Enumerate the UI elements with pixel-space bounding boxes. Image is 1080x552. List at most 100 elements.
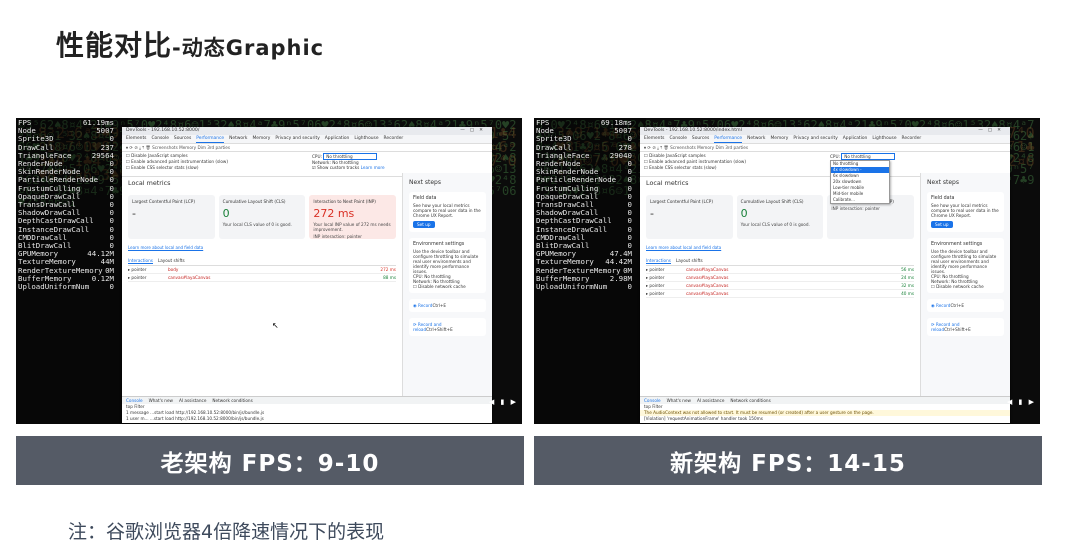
devtools-tab[interactable]: Lighthouse	[354, 135, 378, 143]
record-icon[interactable]: ⏺ ⟳ ⊘ ⤓ ⤒ 🗑	[126, 145, 151, 150]
new-architecture-caption: 新架构 FPS：14-15	[534, 436, 1042, 485]
stat-label: UploadUniformNum	[536, 282, 608, 292]
devtools-titlebar: DevTools - 192.168.10.52:8000/index.html…	[640, 127, 1010, 135]
title-sub: -动态Graphic	[172, 36, 325, 60]
next-steps-pane: Next steps Field data See how your local…	[920, 173, 1010, 397]
inp-card: Interaction to Next Paint (INP) 272 ms Y…	[309, 195, 397, 239]
interaction-duration: 24 ms	[901, 275, 914, 280]
devtools-tab[interactable]: Sources	[692, 135, 709, 143]
cls-card: Cumulative Layout Shift (CLS) 0 Your loc…	[736, 195, 824, 239]
stats-panel: FPS 61.19ms Node 5007 Sprite3D 0 DrawCall 237 Tr…	[16, 118, 128, 424]
player-controls[interactable]: ◀ ▮ ▶	[489, 398, 518, 406]
interaction-row[interactable]: ▸ pointer canvas#layaCanvas 24 ms	[646, 274, 914, 282]
record-reload-button[interactable]: ⟳ Record and reloadCtrl+Shift+E	[409, 318, 486, 336]
devtools-tab[interactable]: Privacy and security	[275, 135, 319, 143]
interaction-row[interactable]: ▸ pointer canvas#layaCanvas 56 ms	[646, 266, 914, 274]
opt-css[interactable]: ☐ Enable CSS selector stats (slow)	[644, 165, 1006, 171]
stat-row: UploadUniformNum 0	[536, 282, 632, 292]
toolbar-options: Screenshots Memory Dim 3rd parties	[670, 145, 749, 150]
lcp-card: Largest Contentful Paint (LCP) -	[128, 195, 215, 239]
cpu-select[interactable]: No throttling	[841, 153, 896, 160]
devtools-tab[interactable]: Recorder	[902, 135, 922, 143]
old-architecture-screenshot: ☺3⁵62♠8¤4ᵃ21♣9ⁿ5⁷0♥2⁴8¤6☺1⁵32♠8¤4ᵃ7♣9ⁿ5⁷…	[16, 118, 522, 424]
devtools-tab[interactable]: Sources	[174, 135, 191, 143]
performance-main: Local metrics Largest Contentful Paint (…	[640, 173, 1010, 397]
window-controls[interactable]: —▢✕	[978, 127, 1010, 135]
disable-cache-checkbox[interactable]: ☐ Disable network cache	[413, 284, 482, 289]
interaction-type: ▸ pointer	[646, 291, 665, 296]
setup-button[interactable]: Set up	[931, 221, 953, 228]
console-tab[interactable]: Console	[644, 397, 661, 404]
stats-panel: FPS 69.18ms Node 5007 Sprite3D 0 DrawCall 278 Tr…	[534, 118, 646, 424]
console-tab[interactable]: AI assistance	[697, 397, 724, 404]
console-tab[interactable]: Network conditions	[212, 397, 252, 404]
window-controls[interactable]: —▢✕	[460, 127, 492, 135]
opt-css[interactable]: ☐ Enable CSS selector stats (slow)	[126, 165, 488, 171]
interaction-list: ▸ pointer canvas#layaCanvas 56 ms ▸ pointer…	[646, 266, 914, 298]
devtools-tab[interactable]: Recorder	[384, 135, 404, 143]
interaction-tabs: Interactions Layout shifts	[128, 258, 396, 266]
interaction-row[interactable]: ▸ pointer canvas#layaCanvas 40 ms	[646, 290, 914, 298]
interaction-target: body	[168, 267, 179, 272]
devtools-tab[interactable]: Lighthouse	[872, 135, 896, 143]
performance-main: Local metrics Largest Contentful Paint (…	[122, 173, 492, 397]
custom-tracks[interactable]: ☑ Show custom tracks Learn more	[312, 165, 385, 170]
devtools-tab[interactable]: Application	[843, 135, 868, 143]
next-steps-pane: Next steps Field data See how your local…	[402, 173, 492, 397]
setup-button[interactable]: Set up	[413, 221, 435, 228]
devtools-tab[interactable]: Network	[747, 135, 765, 143]
interaction-type: ▸ pointer	[646, 275, 665, 280]
interaction-target: canvas#layaCanvas	[686, 283, 729, 288]
environment-panel: Environment settings Use the device tool…	[409, 238, 486, 293]
record-button[interactable]: ◉ RecordCtrl+E	[409, 299, 486, 312]
cpu-select[interactable]: No throttling	[323, 153, 378, 160]
console-tab[interactable]: Console	[126, 397, 143, 404]
stat-value: 0	[109, 282, 114, 292]
interaction-tabs: Interactions Layout shifts	[646, 258, 914, 266]
tab-interactions[interactable]: Interactions	[646, 258, 671, 264]
player-controls[interactable]: ◀ ▮ ▶	[1007, 398, 1036, 406]
record-icon[interactable]: ⏺ ⟳ ⊘ ⤓ ⤒ 🗑	[644, 145, 669, 150]
interaction-row[interactable]: ▸ pointer canvas#layaCanvas 32 ms	[646, 282, 914, 290]
field-data-panel: Field data See how your local metrics co…	[927, 192, 1004, 232]
dropdown-option[interactable]: Calibrate...	[831, 197, 889, 203]
interaction-row[interactable]: ▸ pointer body 272 ms	[128, 266, 396, 274]
interaction-duration: 88 ms	[383, 275, 396, 280]
devtools-tab[interactable]: Performance	[196, 135, 225, 143]
interaction-row[interactable]: ▸ pointer canvas#layaCanvas 88 ms	[128, 274, 396, 282]
devtools-tab[interactable]: Application	[325, 135, 350, 143]
interaction-target: canvas#layaCanvas	[686, 291, 729, 296]
console-tab[interactable]: What's new	[667, 397, 691, 404]
devtools-window: DevTools - 192.168.10.52:8000/index.html…	[640, 127, 1010, 423]
local-metrics-pane: Local metrics Largest Contentful Paint (…	[640, 173, 920, 397]
learn-local-link[interactable]: Learn more about local and field data	[128, 245, 396, 250]
devtools-tabs: Elements Console Sources Performance Network…	[640, 135, 1010, 144]
console-tab[interactable]: Network conditions	[730, 397, 770, 404]
performance-toolbar: ⏺ ⟳ ⊘ ⤓ ⤒ 🗑 Screenshots Memory Dim 3rd p…	[122, 144, 492, 152]
devtools-tab[interactable]: Network	[229, 135, 247, 143]
record-button[interactable]: ◉ RecordCtrl+E	[927, 299, 1004, 312]
learn-local-link[interactable]: Learn more about local and field data	[646, 245, 914, 250]
devtools-tab[interactable]: Elements	[644, 135, 664, 143]
devtools-tab[interactable]: Console	[669, 135, 686, 143]
old-architecture-caption: 老架构 FPS：9-10	[16, 436, 524, 485]
window-title: DevTools - 192.168.10.52:8000/index.html	[644, 128, 742, 133]
devtools-tab[interactable]: Performance	[714, 135, 743, 143]
console-tab[interactable]: What's new	[149, 397, 173, 404]
devtools-tab[interactable]: Memory	[770, 135, 788, 143]
devtools-tab[interactable]: Console	[151, 135, 168, 143]
console-tab[interactable]: AI assistance	[179, 397, 206, 404]
tab-interactions[interactable]: Interactions	[128, 258, 153, 264]
toolbar-options: Screenshots Memory Dim 3rd parties	[152, 145, 231, 150]
devtools-tab[interactable]: Memory	[252, 135, 270, 143]
tab-layout-shifts[interactable]: Layout shifts	[158, 258, 185, 264]
title-main: 性能对比	[56, 29, 173, 62]
devtools-window: DevTools - 192.168.10.52:8000/ —▢✕ Eleme…	[122, 127, 492, 423]
devtools-tab[interactable]: Elements	[126, 135, 146, 143]
disable-cache-checkbox[interactable]: ☐ Disable network cache	[931, 284, 1000, 289]
devtools-tab[interactable]: Privacy and security	[793, 135, 837, 143]
record-reload-button[interactable]: ⟳ Record and reloadCtrl+Shift+E	[927, 318, 1004, 336]
tab-layout-shifts[interactable]: Layout shifts	[676, 258, 703, 264]
cpu-throttle-dropdown[interactable]: No throttling 4x slowdown - recommended 6x…	[830, 160, 890, 204]
interaction-target: canvas#layaCanvas	[686, 267, 729, 272]
